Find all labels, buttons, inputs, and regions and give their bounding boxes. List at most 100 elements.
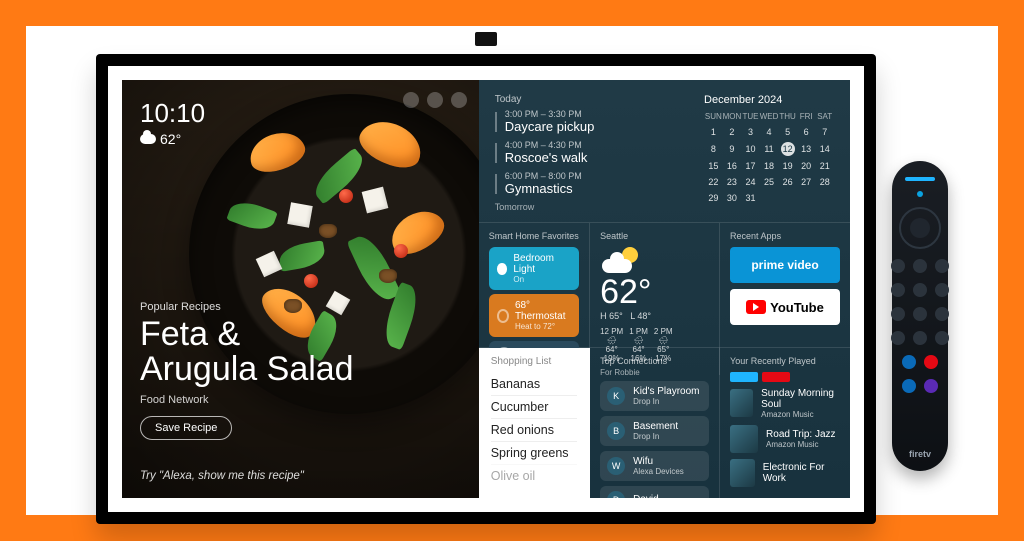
ch-up-button[interactable] xyxy=(935,307,949,321)
echo-screen: 10:10 62° Popular Recipes xyxy=(122,80,850,498)
forward-button[interactable] xyxy=(935,283,949,297)
back-button[interactable] xyxy=(891,259,905,273)
calendar-day[interactable]: 9 xyxy=(723,140,742,158)
calendar-day[interactable] xyxy=(815,190,834,206)
app-shortcut-button[interactable] xyxy=(902,379,916,393)
calendar-day[interactable]: 28 xyxy=(815,174,834,190)
dpad[interactable] xyxy=(899,207,941,249)
youtube-play-icon xyxy=(746,300,766,314)
calendar-day[interactable]: 17 xyxy=(741,158,760,174)
calendar-day[interactable]: 4 xyxy=(760,124,779,140)
remote-brand: firetv xyxy=(909,449,931,459)
calendar-day[interactable]: 13 xyxy=(797,140,816,158)
calendar-day[interactable]: 12 xyxy=(778,140,797,158)
shopping-list-widget[interactable]: Shopping List BananasCucumberRed onionsS… xyxy=(479,348,590,499)
device-thermostat[interactable]: 68° ThermostatHeat to 72° xyxy=(489,294,579,337)
shopping-item[interactable]: Spring greens xyxy=(491,441,577,464)
partly-cloudy-icon xyxy=(600,247,642,275)
calendar-day[interactable]: 29 xyxy=(704,190,723,206)
play-pause-button[interactable] xyxy=(913,283,927,297)
tv-button[interactable] xyxy=(913,307,927,321)
app-primevideo[interactable]: prime video xyxy=(730,247,840,283)
avatar: W xyxy=(607,457,625,475)
calendar-day[interactable] xyxy=(797,190,816,206)
calendar-day[interactable]: 14 xyxy=(815,140,834,158)
calendar-day[interactable]: 25 xyxy=(760,174,779,190)
calendar-day[interactable]: 2 xyxy=(723,124,742,140)
calendar-day[interactable]: 6 xyxy=(797,124,816,140)
app-shortcut-button[interactable] xyxy=(924,355,938,369)
calendar-day[interactable]: 15 xyxy=(704,158,723,174)
agenda-event[interactable]: 4:00 PM – 4:30 PM Roscoe's walk xyxy=(495,140,680,165)
track-item[interactable]: Sunday Morning SoulAmazon Music xyxy=(730,388,840,419)
calendar-grid[interactable]: SUNMONTUEWEDTHUFRISAT 123456789101112131… xyxy=(704,112,834,206)
calendar-day[interactable] xyxy=(778,190,797,206)
alexa-light-bar-icon xyxy=(905,177,935,181)
shopping-item[interactable]: Red onions xyxy=(491,418,577,441)
rewind-button[interactable] xyxy=(891,283,905,297)
calendar-day[interactable]: 3 xyxy=(741,124,760,140)
connection-item[interactable]: KKid's PlayroomDrop In xyxy=(600,381,709,411)
status-icon[interactable] xyxy=(451,92,467,108)
calendar-day[interactable]: 18 xyxy=(760,158,779,174)
mute-button[interactable] xyxy=(913,331,927,345)
app-shortcut-button[interactable] xyxy=(902,355,916,369)
status-icon[interactable] xyxy=(427,92,443,108)
menu-button[interactable] xyxy=(935,259,949,273)
calendar-day[interactable]: 1 xyxy=(704,124,723,140)
calendar-day[interactable]: 10 xyxy=(741,140,760,158)
calendar-day[interactable]: 22 xyxy=(704,174,723,190)
clock-widget: 10:10 62° xyxy=(140,98,205,147)
camera-icon xyxy=(475,32,497,46)
service-badge xyxy=(762,372,790,382)
agenda-heading: Today xyxy=(495,94,680,105)
calendar-day[interactable]: 11 xyxy=(760,140,779,158)
calendar-day[interactable]: 20 xyxy=(797,158,816,174)
calendar-day[interactable] xyxy=(760,190,779,206)
status-icons xyxy=(403,92,467,108)
shopping-item[interactable]: Bananas xyxy=(491,373,577,395)
calendar-day[interactable]: 30 xyxy=(723,190,742,206)
connection-item[interactable]: WWifuAlexa Devices xyxy=(600,451,709,481)
calendar-day[interactable]: 16 xyxy=(723,158,742,174)
shopping-item[interactable]: Olive oil xyxy=(491,464,577,487)
fire-tv-remote: firetv xyxy=(892,161,948,471)
calendar-day[interactable]: 24 xyxy=(741,174,760,190)
vol-down-button[interactable] xyxy=(891,331,905,345)
status-icon[interactable] xyxy=(403,92,419,108)
calendar-day[interactable]: 8 xyxy=(704,140,723,158)
weather-cloud-icon xyxy=(140,134,156,144)
ch-down-button[interactable] xyxy=(935,331,949,345)
connection-item[interactable]: DDavid xyxy=(600,486,709,499)
calendar-day[interactable]: 27 xyxy=(797,174,816,190)
agenda-event[interactable]: 3:00 PM – 3:30 PM Daycare pickup xyxy=(495,109,680,134)
app-youtube[interactable]: YouTube xyxy=(730,289,840,325)
calendar-day[interactable]: 7 xyxy=(815,124,834,140)
home-button[interactable] xyxy=(913,259,927,273)
calendar-day[interactable]: 31 xyxy=(741,190,760,206)
recently-played-widget[interactable]: Your Recently Played Sunday Morning Soul… xyxy=(720,348,850,499)
vol-up-button[interactable] xyxy=(891,307,905,321)
save-recipe-button[interactable]: Save Recipe xyxy=(140,416,232,440)
agenda-event[interactable]: 6:00 PM – 8:00 PM Gymnastics xyxy=(495,171,680,196)
track-item[interactable]: Road Trip: JazzAmazon Music xyxy=(730,425,840,453)
avatar: D xyxy=(607,491,625,499)
track-item[interactable]: Electronic For Work xyxy=(730,459,840,487)
connections-widget[interactable]: Top Connections For Robbie KKid's Playro… xyxy=(590,348,720,499)
calendar-day[interactable]: 23 xyxy=(723,174,742,190)
calendar-day[interactable]: 21 xyxy=(815,158,834,174)
app-shortcut-button[interactable] xyxy=(924,379,938,393)
calendar-day[interactable]: 19 xyxy=(778,158,797,174)
calendar-day[interactable]: 5 xyxy=(778,124,797,140)
agenda-widget[interactable]: Today 3:00 PM – 3:30 PM Daycare pickup 4… xyxy=(479,80,694,222)
agenda-tomorrow: Tomorrow xyxy=(495,202,680,212)
calendar-day[interactable]: 26 xyxy=(778,174,797,190)
calendar-widget[interactable]: December 2024 SUNMONTUEWEDTHUFRISAT 1234… xyxy=(694,80,850,222)
mic-button[interactable] xyxy=(917,191,923,197)
device-light[interactable]: Bedroom LightOn xyxy=(489,247,579,290)
thermostat-icon xyxy=(497,309,509,323)
shopping-item[interactable]: Cucumber xyxy=(491,395,577,418)
connection-item[interactable]: BBasementDrop In xyxy=(600,416,709,446)
dashboard-panel: Today 3:00 PM – 3:30 PM Daycare pickup 4… xyxy=(479,80,850,498)
avatar: B xyxy=(607,422,625,440)
